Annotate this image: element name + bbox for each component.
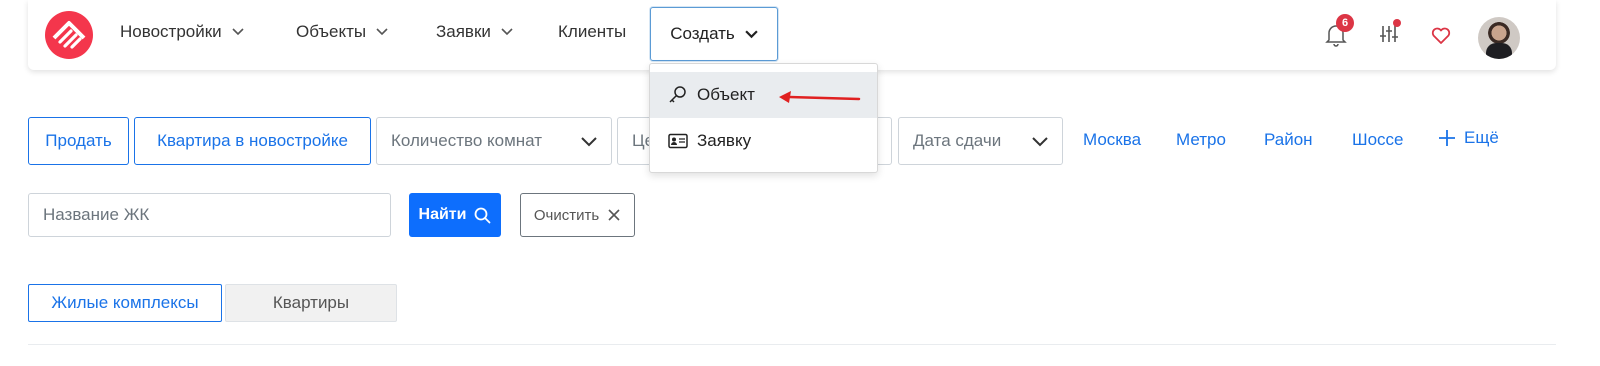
menu-item-label: Заявку — [697, 131, 752, 150]
close-icon — [608, 209, 620, 221]
avatar-figure — [1486, 43, 1512, 59]
nav-requests[interactable]: Заявки — [436, 22, 513, 42]
menu-item-label: Объект — [697, 85, 755, 104]
create-label: Создать — [670, 24, 735, 43]
tab-residential-complexes[interactable]: Жилые комплексы — [28, 284, 222, 322]
plus-icon — [1439, 130, 1455, 146]
nav-clients[interactable]: Клиенты — [558, 22, 626, 42]
more-label: Ещё — [1464, 128, 1499, 147]
clear-label: Очистить — [533, 206, 600, 224]
menu-item-request[interactable]: Заявку — [650, 118, 877, 164]
chevron-down-icon — [376, 28, 388, 36]
complex-name-input[interactable]: Название ЖК — [28, 193, 391, 237]
completion-date-label: Дата сдачи — [913, 131, 1002, 150]
nav-novostroyki[interactable]: Новостройки — [120, 22, 244, 42]
clear-button[interactable]: Очистить — [520, 193, 635, 237]
key-icon — [669, 86, 686, 103]
find-button[interactable]: Найти — [409, 193, 501, 237]
id-card-icon — [668, 133, 688, 149]
settings-indicator-dot — [1393, 19, 1401, 27]
deal-type-sell-button[interactable]: Продать — [28, 117, 129, 165]
find-label: Найти — [418, 206, 467, 223]
chevron-down-icon — [232, 28, 244, 36]
chevron-down-icon — [501, 28, 513, 36]
chevron-down-icon — [1032, 137, 1048, 147]
link-highway[interactable]: Шоссе — [1352, 130, 1404, 150]
completion-date-select[interactable]: Дата сдачи — [898, 117, 1063, 165]
heart-icon — [1431, 27, 1451, 44]
chevron-down-icon — [745, 29, 758, 38]
create-menu-button[interactable]: Создать — [650, 7, 778, 61]
nav-objects[interactable]: Объекты — [296, 22, 388, 42]
rooms-select[interactable]: Количество комнат — [376, 117, 612, 165]
annotation-arrow — [779, 91, 861, 103]
notifications-badge: 6 — [1336, 14, 1354, 32]
complex-name-placeholder: Название ЖК — [43, 205, 150, 224]
link-district[interactable]: Район — [1264, 130, 1313, 150]
link-moscow[interactable]: Москва — [1083, 130, 1141, 150]
nav-label: Объекты — [296, 22, 367, 41]
rooms-select-label: Количество комнат — [391, 131, 543, 150]
tab-apartments[interactable]: Квартиры — [225, 284, 397, 322]
nav-label: Заявки — [436, 22, 491, 41]
user-avatar[interactable] — [1478, 17, 1520, 59]
search-icon — [475, 207, 491, 223]
more-filters-link[interactable]: Ещё — [1438, 128, 1499, 148]
nav-label: Новостройки — [120, 22, 222, 41]
house-roof-icon — [52, 21, 86, 49]
link-metro[interactable]: Метро — [1176, 130, 1226, 150]
nav-label: Клиенты — [558, 22, 627, 41]
logo[interactable] — [45, 11, 93, 59]
property-type-button[interactable]: Квартира в новостройке — [134, 117, 371, 165]
divider — [28, 344, 1556, 345]
chevron-down-icon — [581, 137, 597, 147]
favorites-button[interactable] — [1430, 26, 1454, 52]
create-dropdown-menu: Объект Заявку — [649, 63, 878, 173]
